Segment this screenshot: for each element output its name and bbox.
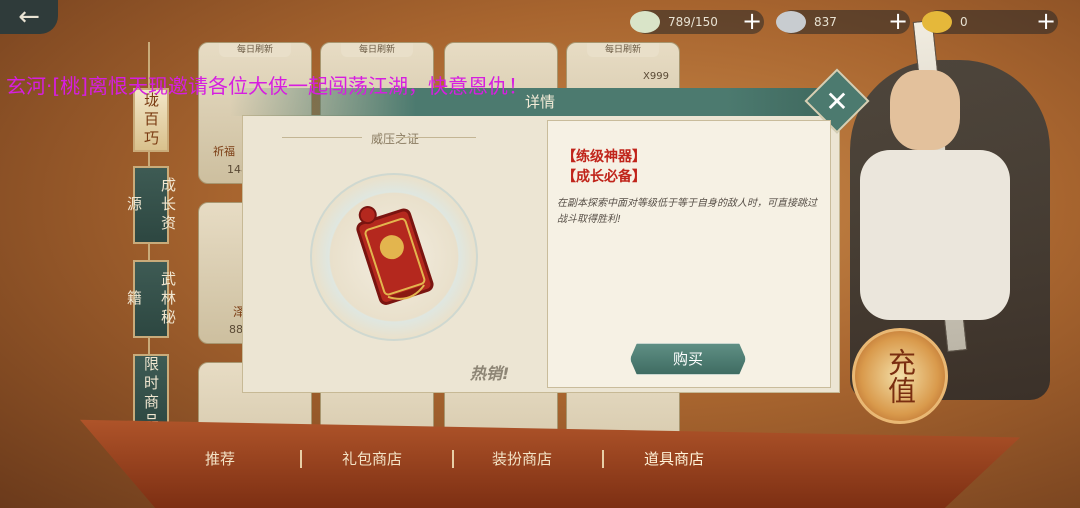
side-tab-2[interactable]: 成长资源 — [125, 166, 177, 244]
rice-bun-icon — [630, 11, 660, 33]
item-tag-2: 【成长必备】 — [562, 169, 646, 185]
add-stamina-button[interactable]: + — [740, 9, 764, 34]
token-icon — [356, 206, 434, 305]
card-price: 88 — [229, 323, 243, 336]
tab-divider — [602, 450, 604, 468]
recharge-button[interactable]: 充值 — [852, 328, 948, 424]
refresh-badge: 每日刷新 — [219, 43, 291, 57]
resource-stamina: 789/150 + — [630, 9, 764, 34]
card-item-name: 祈福 — [213, 145, 235, 158]
add-silver-button[interactable]: + — [886, 9, 910, 34]
tab-gift-shop[interactable]: 礼包商店 — [342, 448, 402, 469]
gold-ingot-icon — [922, 11, 952, 33]
close-icon: ✕ — [825, 84, 849, 118]
gold-value: 0 — [960, 15, 968, 29]
resource-gold: 0 + — [922, 9, 1058, 34]
silver-value: 837 — [814, 15, 837, 29]
name-divider-right — [396, 137, 476, 138]
stock-count: X999 — [643, 71, 669, 82]
side-tab-3[interactable]: 武林秘籍 — [125, 260, 177, 338]
hero-face — [890, 70, 960, 150]
hero-robe — [860, 150, 1010, 320]
item-name: 威压之证 — [370, 132, 419, 146]
refresh-badge: 每日刷新 — [587, 43, 659, 57]
silver-ingot-icon — [776, 11, 806, 33]
tab-divider — [300, 450, 302, 468]
item-icon-frame — [310, 173, 478, 341]
resource-silver: 837 + — [776, 9, 910, 34]
tab-divider — [452, 450, 454, 468]
add-gold-button[interactable]: + — [1034, 9, 1058, 34]
tab-recommend[interactable]: 推荐 — [205, 448, 235, 469]
item-tag-1: 【练级神器】 — [562, 149, 646, 165]
back-button[interactable]: ← — [0, 0, 58, 34]
stamina-value: 789/150 — [668, 15, 718, 29]
item-description: 在副本探索中面对等级低于等于自身的敌人时，可直接跳过战斗取得胜利! — [557, 198, 817, 225]
buy-button[interactable]: 购买 — [630, 343, 746, 375]
refresh-badge: 每日刷新 — [341, 43, 413, 57]
hot-sale-label: 热销! — [470, 364, 510, 383]
back-arrow-icon: ← — [18, 2, 40, 32]
tab-costume-shop[interactable]: 装扮商店 — [492, 448, 552, 469]
tab-item-shop[interactable]: 道具商店 — [644, 448, 704, 469]
marquee-announcement: 玄河·[桃]离恨天现邀请各位大侠一起闯荡江湖，快意恩仇！ — [6, 74, 528, 98]
